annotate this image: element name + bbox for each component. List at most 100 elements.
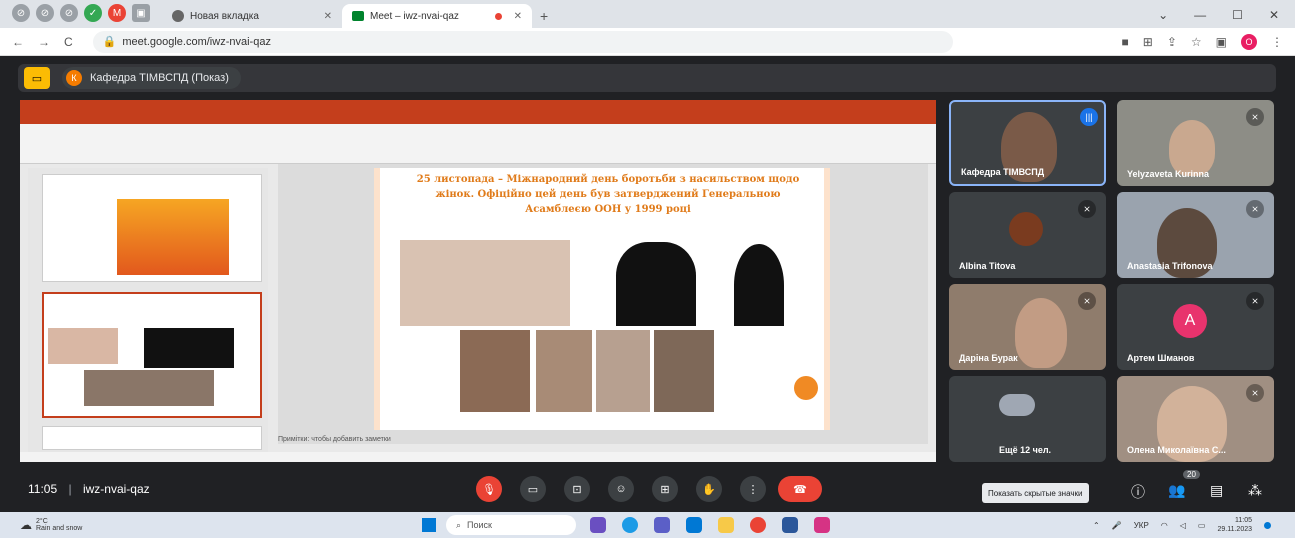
mic-icon[interactable]: 🎤 xyxy=(1112,521,1122,530)
browser-tab-bar: ⊘ ⊘ ⊘ ✓ M ▣ Новая вкладка ✕ Meet – iwz-n… xyxy=(0,0,1295,28)
volume-icon[interactable]: ◁ xyxy=(1180,521,1186,530)
close-window-button[interactable]: ✕ xyxy=(1269,8,1279,22)
taskbar-search[interactable]: ⌕ Поиск xyxy=(446,515,576,535)
reload-icon[interactable]: C xyxy=(64,35,73,49)
activities-icon[interactable]: ⁂ xyxy=(1248,482,1262,499)
ppt-body: 25 листопада – Міжнародний день боротьби… xyxy=(20,164,936,452)
pinned-tab-icon[interactable]: ✓ xyxy=(84,4,102,22)
tab-new-tab[interactable]: Новая вкладка ✕ xyxy=(162,4,342,28)
raise-hand-button[interactable]: ✋ xyxy=(696,476,722,502)
menu-icon[interactable]: ⋮ xyxy=(1271,35,1283,49)
clock-time: 11:05 xyxy=(1235,517,1252,524)
more-participants-tile[interactable]: Ещё 12 чел. xyxy=(949,376,1106,462)
participant-tile[interactable]: ⨯ Yelyzaveta Kurinna xyxy=(1117,100,1274,186)
present-button[interactable]: ⊞ xyxy=(652,476,678,502)
participant-tile[interactable]: A ⨯ Артем Шманов xyxy=(1117,284,1274,370)
sidebar-icon[interactable]: ▣ xyxy=(1216,35,1227,49)
slide-thumbnail[interactable] xyxy=(42,426,262,450)
weather-widget[interactable]: ☁ 2°C Rain and snow xyxy=(0,518,82,532)
gmail-tab-icon[interactable]: M xyxy=(108,4,126,22)
taskbar-app-icon[interactable] xyxy=(686,517,702,533)
more-options-button[interactable]: ⋮ xyxy=(740,476,766,502)
people-icon[interactable]: 👥 xyxy=(1168,482,1185,499)
taskbar-app-icon[interactable] xyxy=(782,517,798,533)
presenter-avatar: К xyxy=(66,70,82,86)
presenter-label: Кафедра ТІМВСПД (Показ) xyxy=(90,72,229,84)
language-indicator[interactable]: УКР xyxy=(1134,521,1149,530)
participant-tile[interactable]: ||| Кафедра ТІМВСПД xyxy=(949,100,1106,186)
system-clock[interactable]: 11:05 29.11.2023 xyxy=(1217,516,1252,534)
back-icon[interactable]: ← xyxy=(12,35,24,49)
taskbar-app-icon[interactable] xyxy=(654,517,670,533)
chrome-icon xyxy=(172,10,184,22)
translate-icon[interactable]: ⊞ xyxy=(1143,35,1153,49)
taskbar-app-icon[interactable] xyxy=(814,517,830,533)
participant-name: Anastasia Trifonova xyxy=(1127,261,1213,271)
lock-icon: 🔒 xyxy=(102,36,117,48)
divider: | xyxy=(68,482,72,496)
mic-off-icon: ⨯ xyxy=(1246,384,1264,402)
mic-off-button[interactable]: 🎙 xyxy=(476,476,502,502)
emoji-button[interactable]: ☺ xyxy=(608,476,634,502)
ppt-status-bar xyxy=(20,452,936,462)
chevron-up-icon[interactable]: ⌃ xyxy=(1093,521,1100,530)
battery-icon[interactable]: ▭ xyxy=(1198,521,1206,530)
chat-icon[interactable]: ▤ xyxy=(1210,482,1223,499)
close-icon[interactable]: ✕ xyxy=(514,11,522,22)
info-icon[interactable]: ⓘ xyxy=(1131,482,1145,502)
participant-tile[interactable]: ⨯ Даріна Бурак xyxy=(949,284,1106,370)
thumbnail-image xyxy=(144,328,234,368)
participant-tile[interactable]: ⨯ Олена Миколаївна С... xyxy=(1117,376,1274,462)
participant-count-badge: 20 xyxy=(1183,470,1200,479)
notes-placeholder[interactable]: Примітки: чтобы добавить заметки xyxy=(278,436,391,443)
windows-start-icon[interactable] xyxy=(422,518,436,532)
participant-name: Albina Titova xyxy=(959,261,1016,271)
close-icon[interactable]: ✕ xyxy=(324,11,332,22)
url-field[interactable]: 🔒 meet.google.com/iwz-nvai-qaz xyxy=(92,30,953,53)
participant-name: Олена Миколаївна С... xyxy=(1127,445,1226,455)
captions-button[interactable]: ⊡ xyxy=(564,476,590,502)
pinned-tab-icon[interactable]: ▣ xyxy=(132,4,150,22)
bookmark-star-icon[interactable]: ☆ xyxy=(1191,35,1202,49)
participant-avatar-stack xyxy=(999,394,1035,416)
notification-dot-icon[interactable] xyxy=(1264,521,1271,529)
camera-button[interactable]: ▭ xyxy=(520,476,546,502)
new-tab-button[interactable]: + xyxy=(540,8,548,24)
slide-thumbnails xyxy=(28,168,268,452)
share-icon[interactable]: ⇪ xyxy=(1167,35,1177,49)
pinned-tab-icon[interactable]: ⊘ xyxy=(12,4,30,22)
mic-off-icon: ⨯ xyxy=(1078,200,1096,218)
windows-taskbar: ☁ 2°C Rain and snow ⌕ Поиск ⌃ 🎤 УКР ◠ ◁ … xyxy=(0,512,1295,538)
thumbnail-image xyxy=(117,199,229,275)
presentation-bar: ▭ К Кафедра ТІМВСПД (Показ) xyxy=(18,64,1276,92)
participant-name: Артем Шманов xyxy=(1127,353,1195,363)
wifi-icon[interactable]: ◠ xyxy=(1161,521,1168,530)
chrome-icon[interactable] xyxy=(750,517,766,533)
search-icon: ⌕ xyxy=(456,519,462,530)
forward-icon[interactable]: → xyxy=(38,35,50,49)
participant-tile[interactable]: ⨯ Albina Titova xyxy=(949,192,1106,278)
slide-thumbnail[interactable] xyxy=(42,174,262,282)
tooltip: Показать скрытые значки xyxy=(982,483,1089,503)
present-screen-icon[interactable]: ▭ xyxy=(24,67,50,89)
participant-initial-avatar: A xyxy=(1173,304,1207,338)
camera-icon[interactable]: ■ xyxy=(1122,35,1129,49)
pinned-tab-icon[interactable]: ⊘ xyxy=(60,4,78,22)
maximize-button[interactable]: ☐ xyxy=(1232,8,1243,22)
tab-search-icon[interactable]: ⌄ xyxy=(1158,8,1168,22)
tab-meet[interactable]: Meet – iwz-nvai-qaz ✕ xyxy=(342,4,532,28)
taskbar-app-icon[interactable] xyxy=(590,517,606,533)
taskbar-app-icon[interactable] xyxy=(622,517,638,533)
file-explorer-icon[interactable] xyxy=(718,517,734,533)
participant-video xyxy=(1015,298,1067,368)
presenter-pill[interactable]: К Кафедра ТІМВСПД (Показ) xyxy=(62,67,241,89)
tab-title: Meet – iwz-nvai-qaz xyxy=(370,10,459,22)
slide-thumbnail-selected[interactable] xyxy=(42,292,262,418)
participant-tile[interactable]: ⨯ Anastasia Trifonova xyxy=(1117,192,1274,278)
leave-call-button[interactable]: ☎ xyxy=(778,476,822,502)
tab-title: Новая вкладка xyxy=(190,10,259,22)
minimize-button[interactable]: — xyxy=(1194,8,1206,22)
pinned-tab-icon[interactable]: ⊘ xyxy=(36,4,54,22)
profile-avatar[interactable]: O xyxy=(1241,33,1257,50)
slide-title: 25 листопада – Міжнародний день боротьби… xyxy=(416,174,800,215)
